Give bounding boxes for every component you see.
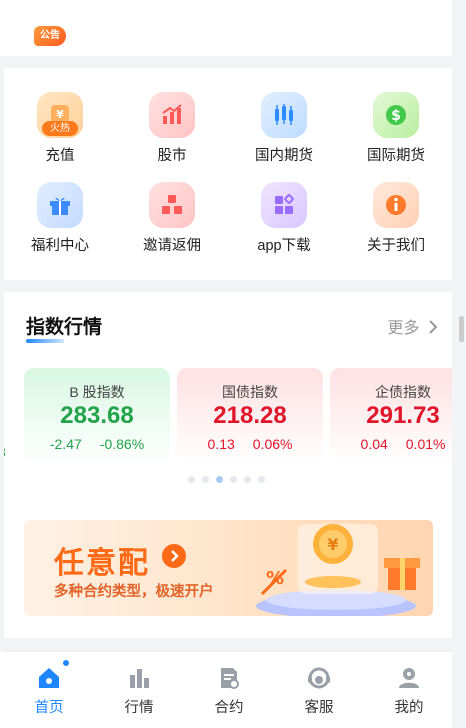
bottom-tab-bar: 首页 行情 合约 客服 我的: [0, 652, 452, 728]
index-change: 0.04: [360, 436, 388, 452]
pager-dot-active[interactable]: [216, 476, 223, 483]
menu-item-label: 关于我们: [367, 238, 425, 254]
svg-text:¥: ¥: [327, 535, 338, 554]
menu-item-welfare-center[interactable]: 福利中心: [4, 182, 116, 262]
menu-item-label: 国内期货: [255, 148, 313, 164]
index-value: 218.28: [213, 402, 287, 429]
notification-dot: [63, 660, 69, 666]
tab-label: 行情: [124, 700, 154, 716]
home-icon: [39, 668, 59, 688]
tab-customer-service[interactable]: 客服: [274, 652, 364, 728]
tab-market[interactable]: 行情: [94, 652, 184, 728]
menu-item-domestic-futures[interactable]: 国内期货: [228, 92, 340, 172]
tab-home[interactable]: 首页: [4, 652, 94, 728]
menu-item-recharge[interactable]: ¥ 火热 充值: [4, 92, 116, 172]
chevron-right-icon: [429, 320, 438, 334]
banner-title: 任意配: [54, 547, 150, 580]
index-card[interactable]: 国债指数 218.28 0.13 0.06%: [177, 368, 323, 464]
menu-item-label: 福利中心: [31, 238, 89, 254]
pager-dot[interactable]: [202, 476, 209, 483]
domestic-futures-icon: [261, 92, 307, 138]
menu-item-label: 国际期货: [367, 148, 425, 164]
menu-item-label: 邀请返佣: [143, 238, 201, 254]
scrollbar-handle[interactable]: [459, 316, 464, 342]
recharge-icon: ¥ 火热: [37, 92, 83, 138]
title-underline: [26, 339, 64, 343]
more-label: 更多: [387, 320, 420, 337]
tab-label: 我的: [394, 700, 424, 716]
svg-text:¥: ¥: [56, 108, 64, 121]
menu-item-international-futures[interactable]: $ 国际期货: [340, 92, 452, 172]
index-value: 291.73: [366, 402, 440, 429]
customer-service-icon: [308, 667, 330, 689]
menu-item-label: 股市: [157, 148, 187, 164]
menu-item-label: 充值: [45, 148, 75, 164]
pager-dot[interactable]: [188, 476, 195, 483]
pager-dot[interactable]: [244, 476, 251, 483]
menu-item-invite-rebate[interactable]: 邀请返佣: [116, 182, 228, 262]
menu-item-app-download[interactable]: app下载: [228, 182, 340, 262]
pager-dot[interactable]: [258, 476, 265, 483]
arrow-right-icon: [162, 544, 186, 568]
index-carousel[interactable]: 3 B 股指数 283.68 -2.47 -0.86% 国债指数 218.28 0…: [4, 368, 452, 464]
index-change: -2.47: [49, 436, 82, 452]
section-title: 指数行情: [26, 317, 103, 338]
contract-icon: [221, 668, 239, 689]
promo-banner[interactable]: 任意配 多种合约类型，极速开户 ¥ %: [24, 520, 433, 616]
info-icon: [373, 182, 419, 228]
invite-icon: [149, 182, 195, 228]
stock-market-icon: [149, 92, 195, 138]
app-download-icon: [261, 182, 307, 228]
international-futures-icon: $: [373, 92, 419, 138]
coin-podium-illustration: ¥ %: [256, 524, 420, 616]
menu-item-stock-market[interactable]: 股市: [116, 92, 228, 172]
index-card[interactable]: B 股指数 283.68 -2.47 -0.86%: [24, 368, 170, 464]
hot-tag: 火热: [42, 121, 78, 136]
banner-subtitle: 多种合约类型，极速开户: [54, 584, 214, 600]
index-name: 企债指数: [375, 384, 431, 400]
feature-grid: ¥ 火热 充值 股市 国内期货 $ 国际期货 福利中心 邀请返佣 app下载 关…: [4, 68, 452, 280]
tab-contract[interactable]: 合约: [184, 652, 274, 728]
tab-label: 合约: [214, 700, 244, 716]
notice-bar[interactable]: 公告: [0, 0, 452, 56]
index-market-section: 指数行情 更多 3 B 股指数 283.68 -2.47 -0.86% 国债指数 …: [4, 292, 452, 638]
index-value: 283.68: [60, 402, 134, 429]
index-percent: 0.06%: [252, 436, 293, 452]
gift-icon: [37, 182, 83, 228]
more-link[interactable]: 更多: [388, 314, 438, 338]
index-change: 0.13: [207, 436, 235, 452]
tab-profile[interactable]: 我的: [364, 652, 454, 728]
svg-text:$: $: [391, 108, 401, 124]
pager-dot[interactable]: [230, 476, 237, 483]
menu-item-about-us[interactable]: 关于我们: [340, 182, 452, 262]
market-icon: [130, 669, 149, 688]
menu-item-label: app下载: [257, 238, 311, 254]
index-percent: 0.01%: [405, 436, 446, 452]
index-card[interactable]: 企债指数 291.73 0.04 0.01%: [330, 368, 452, 464]
index-name: 国债指数: [222, 384, 278, 400]
index-percent: -0.86%: [99, 436, 145, 452]
tab-label: 首页: [34, 700, 64, 716]
profile-icon: [399, 668, 419, 688]
notice-badge: 公告: [34, 26, 66, 46]
tab-label: 客服: [304, 700, 334, 716]
index-name: B 股指数: [69, 384, 125, 400]
partial-card-change: 3: [4, 444, 18, 460]
